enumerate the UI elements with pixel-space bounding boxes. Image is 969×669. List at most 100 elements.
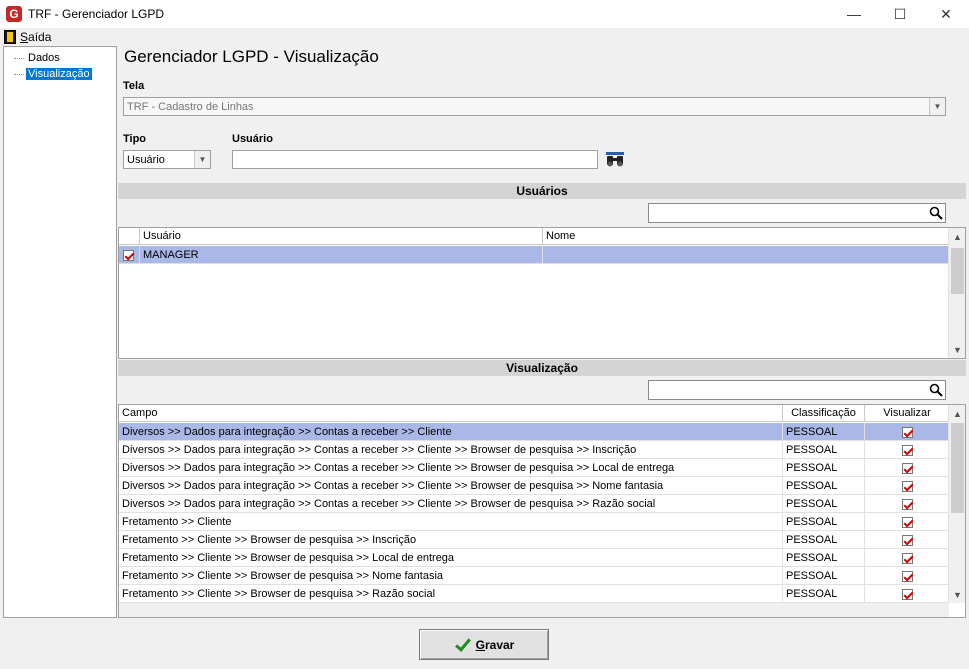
campo-cell: Diversos >> Dados para integração >> Con… bbox=[119, 477, 783, 495]
table-row[interactable]: MANAGER bbox=[119, 246, 949, 264]
campo-cell: Fretamento >> Cliente >> Browser de pesq… bbox=[119, 567, 783, 585]
gravar-button[interactable]: Gravar bbox=[419, 629, 549, 660]
visualizacao-section-header: Visualização bbox=[118, 360, 966, 376]
window-title: TRF - Gerenciador LGPD bbox=[28, 7, 165, 21]
visualizar-cell bbox=[865, 585, 949, 603]
visualizacao-search-input[interactable] bbox=[648, 380, 946, 400]
page-title: Gerenciador LGPD - Visualização bbox=[124, 47, 379, 66]
scroll-up-arrow-icon[interactable]: ▲ bbox=[949, 405, 965, 422]
usuario-cell: MANAGER bbox=[140, 246, 543, 264]
visualizar-cell bbox=[865, 549, 949, 567]
visualizar-checkbox[interactable] bbox=[901, 534, 913, 546]
usuarios-col-usuario[interactable]: Usuário bbox=[140, 228, 543, 245]
campo-cell: Diversos >> Dados para integração >> Con… bbox=[119, 423, 783, 441]
tree-item-dados[interactable]: Dados bbox=[14, 51, 62, 65]
campo-cell: Diversos >> Dados para integração >> Con… bbox=[119, 459, 783, 477]
col-visualizar[interactable]: Visualizar bbox=[865, 405, 949, 422]
minimize-button[interactable]: — bbox=[831, 0, 877, 28]
visualizacao-vertical-scrollbar[interactable]: ▲ ▼ bbox=[948, 405, 965, 603]
visualizar-checkbox[interactable] bbox=[901, 516, 913, 528]
classificacao-cell: PESSOAL bbox=[783, 441, 865, 459]
tree-item-visualizacao[interactable]: Visualização bbox=[14, 67, 92, 81]
classificacao-cell: PESSOAL bbox=[783, 459, 865, 477]
tipo-select[interactable]: Usuário ▼ bbox=[123, 150, 211, 169]
classificacao-cell: PESSOAL bbox=[783, 585, 865, 603]
visualizar-cell bbox=[865, 531, 949, 549]
scroll-down-arrow-icon[interactable]: ▼ bbox=[949, 341, 965, 358]
campo-cell: Fretamento >> Cliente >> Browser de pesq… bbox=[119, 549, 783, 567]
campo-cell: Fretamento >> Cliente >> Browser de pesq… bbox=[119, 585, 783, 603]
classificacao-cell: PESSOAL bbox=[783, 513, 865, 531]
classificacao-cell: PESSOAL bbox=[783, 423, 865, 441]
maximize-button[interactable]: ☐ bbox=[877, 0, 923, 28]
visualizar-checkbox[interactable] bbox=[901, 588, 913, 600]
classificacao-cell: PESSOAL bbox=[783, 567, 865, 585]
visualizar-cell bbox=[865, 441, 949, 459]
exit-menu-item[interactable]: Saída bbox=[4, 30, 51, 44]
scroll-down-arrow-icon[interactable]: ▼ bbox=[949, 586, 965, 603]
usuarios-col-check bbox=[119, 228, 140, 245]
usuario-input[interactable] bbox=[232, 150, 598, 169]
visualizar-checkbox[interactable] bbox=[901, 426, 913, 438]
usuarios-vertical-scrollbar[interactable]: ▲ ▼ bbox=[948, 228, 965, 358]
gravar-label: Gravar bbox=[475, 637, 515, 652]
classificacao-cell: PESSOAL bbox=[783, 495, 865, 513]
table-row[interactable]: Diversos >> Dados para integração >> Con… bbox=[119, 441, 949, 459]
exit-menu-label: Saída bbox=[20, 30, 52, 44]
usuario-label: Usuário bbox=[232, 133, 273, 145]
usuarios-search-input[interactable] bbox=[648, 203, 946, 223]
visualizar-checkbox[interactable] bbox=[901, 480, 913, 492]
classificacao-cell: PESSOAL bbox=[783, 549, 865, 567]
col-classificacao[interactable]: Classificação bbox=[783, 405, 865, 422]
exit-door-icon bbox=[4, 30, 16, 44]
col-campo[interactable]: Campo bbox=[119, 405, 783, 422]
visualizar-cell bbox=[865, 477, 949, 495]
tela-value: TRF - Cadastro de Linhas bbox=[127, 100, 254, 113]
table-row[interactable]: Diversos >> Dados para integração >> Con… bbox=[119, 495, 949, 513]
table-row[interactable]: Fretamento >> Cliente >> Browser de pesq… bbox=[119, 549, 949, 567]
table-row[interactable]: Fretamento >> Cliente >> Browser de pesq… bbox=[119, 567, 949, 585]
visualizar-cell bbox=[865, 459, 949, 477]
navigation-tree: Dados Visualização bbox=[3, 46, 117, 618]
classificacao-cell: PESSOAL bbox=[783, 477, 865, 495]
row-checkbox[interactable] bbox=[123, 249, 134, 261]
table-row[interactable]: Diversos >> Dados para integração >> Con… bbox=[119, 459, 949, 477]
table-row[interactable]: Fretamento >> Cliente PESSOAL bbox=[119, 513, 949, 531]
table-row[interactable]: Diversos >> Dados para integração >> Con… bbox=[119, 423, 949, 441]
campo-cell: Diversos >> Dados para integração >> Con… bbox=[119, 495, 783, 513]
chevron-down-icon: ▼ bbox=[194, 151, 210, 168]
tipo-label: Tipo bbox=[123, 133, 147, 145]
visualizar-checkbox[interactable] bbox=[901, 552, 913, 564]
table-row[interactable]: Diversos >> Dados para integração >> Con… bbox=[119, 477, 949, 495]
magnifier-search-icon[interactable] bbox=[929, 383, 943, 397]
nome-cell bbox=[543, 246, 949, 264]
visualizacao-horizontal-scrollbar[interactable] bbox=[119, 603, 949, 617]
tela-select[interactable]: TRF - Cadastro de Linhas ▼ bbox=[123, 97, 946, 116]
binoculars-search-icon[interactable] bbox=[606, 152, 624, 168]
table-row[interactable]: Fretamento >> Cliente >> Browser de pesq… bbox=[119, 585, 949, 603]
close-button[interactable]: ✕ bbox=[923, 0, 969, 28]
scroll-thumb[interactable] bbox=[951, 423, 964, 513]
visualizar-cell bbox=[865, 513, 949, 531]
title-bar: G TRF - Gerenciador LGPD — ☐ ✕ bbox=[0, 0, 969, 28]
menu-bar: Saída bbox=[0, 28, 969, 46]
usuarios-grid: Usuário Nome MANAGER ▲ ▼ bbox=[118, 227, 966, 359]
scroll-up-arrow-icon[interactable]: ▲ bbox=[949, 228, 965, 245]
visualizar-cell bbox=[865, 495, 949, 513]
usuarios-section-header: Usuários bbox=[118, 183, 966, 199]
scroll-thumb[interactable] bbox=[951, 248, 964, 294]
checkmark-icon bbox=[454, 637, 470, 653]
tela-label: Tela bbox=[123, 80, 145, 92]
visualizar-checkbox[interactable] bbox=[901, 570, 913, 582]
magnifier-search-icon[interactable] bbox=[929, 206, 943, 220]
campo-cell: Diversos >> Dados para integração >> Con… bbox=[119, 441, 783, 459]
visualizar-cell bbox=[865, 567, 949, 585]
visualizar-cell bbox=[865, 423, 949, 441]
campo-cell: Fretamento >> Cliente >> Browser de pesq… bbox=[119, 531, 783, 549]
visualizacao-grid: Campo Classificação Visualizar Diversos … bbox=[118, 404, 966, 618]
usuarios-col-nome[interactable]: Nome bbox=[543, 228, 949, 245]
visualizar-checkbox[interactable] bbox=[901, 498, 913, 510]
visualizar-checkbox[interactable] bbox=[901, 444, 913, 456]
table-row[interactable]: Fretamento >> Cliente >> Browser de pesq… bbox=[119, 531, 949, 549]
visualizar-checkbox[interactable] bbox=[901, 462, 913, 474]
